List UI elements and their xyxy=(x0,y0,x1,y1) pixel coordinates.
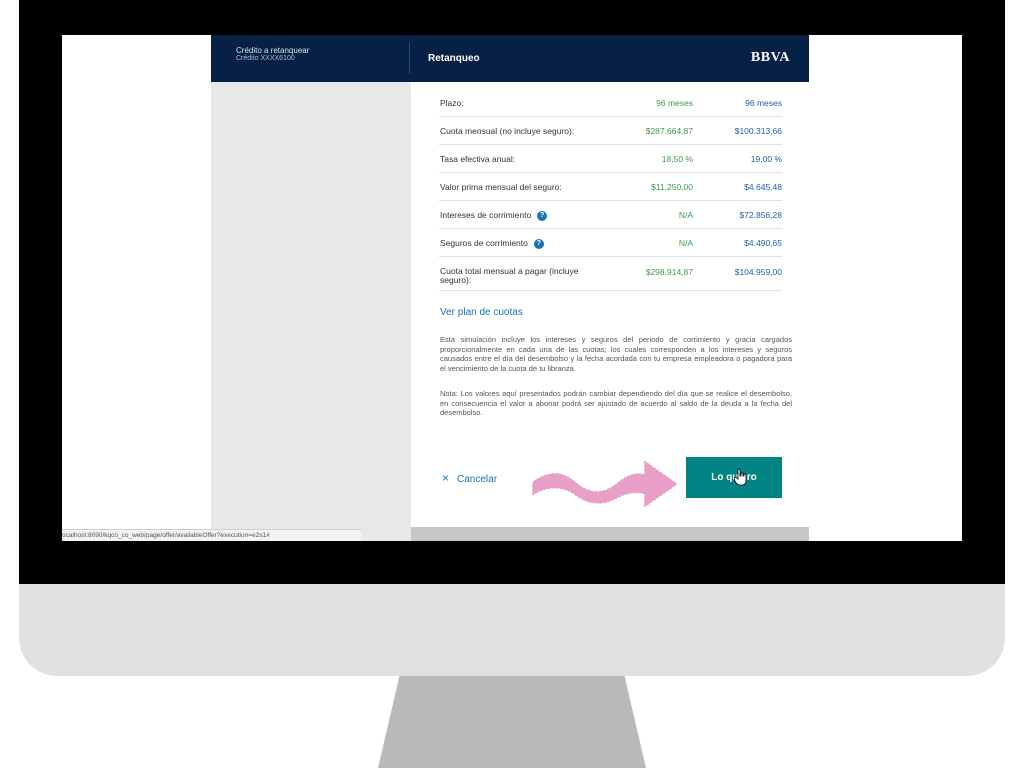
row-value-new: $4.645,48 xyxy=(744,182,782,192)
pink-arrow-icon xyxy=(531,459,679,509)
table-row: Cuota total mensual a pagar (incluye seg… xyxy=(439,257,782,291)
table-row: Seguros de corrimiento? N/A $4.490,65 xyxy=(439,229,782,257)
offer-table: Plazo: 96 meses 96 meses Cuota mensual (… xyxy=(439,89,782,291)
row-value-current: 18,50 % xyxy=(661,154,693,164)
monitor-stand xyxy=(378,676,646,768)
row-value-new: $4.490,65 xyxy=(744,238,782,248)
row-label: Cuota total mensual a pagar (incluye seg… xyxy=(440,266,579,285)
row-value-new: 96 meses xyxy=(745,98,782,108)
simulation-disclaimer: Esta simulación incluye los intereses y … xyxy=(440,335,792,373)
bbva-logo: BBVA xyxy=(750,50,790,65)
left-gray-panel xyxy=(211,82,411,541)
view-payment-plan-link[interactable]: Ver plan de cuotas xyxy=(440,307,523,318)
header-subtitle: Crédito XXXX6100 xyxy=(236,55,295,62)
table-row: Valor prima mensual del seguro: $11.250,… xyxy=(439,173,782,201)
row-value-current: 96 meses xyxy=(656,98,693,108)
app-header: Crédito a retanquear Crédito XXXX6100 Re… xyxy=(211,35,809,82)
table-row: Cuota mensual (no incluye seguro): $287.… xyxy=(439,117,782,145)
row-label: Intereses de corrimiento? xyxy=(440,210,548,221)
note-disclaimer: Nota: Los valores aquí presentados podrá… xyxy=(440,389,792,417)
row-value-current: N/A xyxy=(678,210,693,220)
row-label: Plazo: xyxy=(440,98,464,108)
table-row: Tasa efectiva anual: 18,50 % 19,00 % xyxy=(439,145,782,173)
row-label: Seguros de corrimiento? xyxy=(440,238,544,249)
row-value-current: $11.250,00 xyxy=(651,182,693,192)
row-value-current: $298.914,87 xyxy=(645,267,693,277)
header-section-title: Retanqueo xyxy=(428,53,480,64)
bottom-strip xyxy=(411,527,809,541)
monitor-chin xyxy=(19,584,1005,676)
screen: Crédito a retanquear Crédito XXXX6100 Re… xyxy=(62,35,962,541)
header-title: Crédito a retanquear xyxy=(236,46,310,55)
close-icon: × xyxy=(442,471,450,485)
status-bar-url: ocalhost:8090/kqco_co_web/page/offer/ava… xyxy=(62,529,361,541)
help-icon[interactable]: ? xyxy=(537,210,548,221)
row-value-new: $104.959,00 xyxy=(734,267,782,277)
row-label: Valor prima mensual del seguro: xyxy=(440,182,562,192)
row-value-new: $100.313,66 xyxy=(734,126,782,136)
row-label: Tasa efectiva anual: xyxy=(440,154,516,164)
row-label-text: Intereses de corrimiento xyxy=(440,210,532,220)
row-value-current: $287.664,87 xyxy=(645,126,693,136)
cancel-label: Cancelar xyxy=(457,474,498,485)
cancel-button[interactable]: × Cancelar xyxy=(442,471,497,485)
row-value-current: N/A xyxy=(678,238,693,248)
header-divider xyxy=(409,43,410,74)
hand-cursor-icon xyxy=(734,468,747,486)
row-label: Cuota mensual (no incluye seguro): xyxy=(440,126,575,136)
row-value-new: $72.856,28 xyxy=(739,210,782,220)
row-label-text: Seguros de corrimiento xyxy=(440,238,528,248)
help-icon[interactable]: ? xyxy=(533,238,544,249)
table-row: Plazo: 96 meses 96 meses xyxy=(439,89,782,117)
table-row: Intereses de corrimiento? N/A $72.856,28 xyxy=(439,201,782,229)
row-value-new: 19,00 % xyxy=(750,154,782,164)
